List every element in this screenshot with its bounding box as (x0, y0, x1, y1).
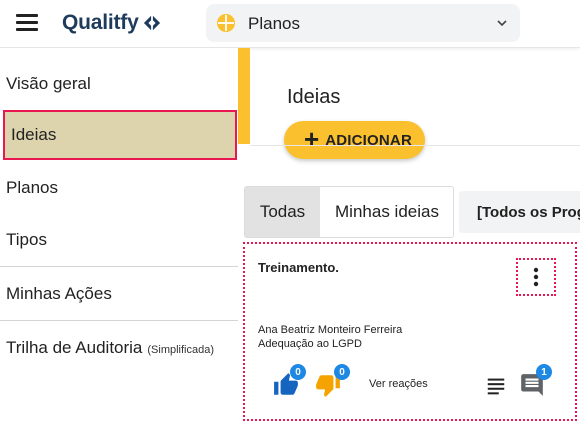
brand-logo[interactable]: Qualitfy (62, 10, 161, 36)
top-bar: Qualitfy Planos (0, 0, 580, 48)
add-button[interactable]: + ADICIONAR (284, 121, 425, 159)
header-divider (250, 145, 580, 146)
see-reactions-link[interactable]: Ver reações (369, 378, 428, 390)
sidebar-item-label: Tipos (6, 230, 47, 249)
page-title: Ideias (287, 86, 341, 108)
sidebar-item-label: Planos (6, 178, 58, 197)
sidebar-item-label: Visão geral (6, 74, 91, 93)
idea-author: Ana Beatriz Monteiro Ferreira (258, 324, 403, 336)
dislikes-count-badge: 0 (334, 364, 350, 380)
menu-icon[interactable] (16, 14, 38, 32)
sidebar-divider (0, 266, 238, 267)
program-filter[interactable]: [Todos os Programas] (459, 191, 580, 233)
idea-category: Adequação ao LGPD (258, 338, 362, 350)
sidebar-item-ideias[interactable]: Ideias (3, 110, 237, 160)
more-options-button[interactable] (516, 258, 556, 296)
idea-tabs: Todas Minhas ideias (244, 186, 454, 238)
planos-icon (217, 14, 235, 32)
tab-minhas-ideias[interactable]: Minhas ideias (320, 187, 454, 237)
brand-mark-icon (143, 14, 160, 32)
sidebar-divider (0, 320, 238, 321)
sidebar-item-label: Ideias (11, 125, 57, 144)
sidebar: Visão geral Ideias Planos Tipos Minhas A… (0, 48, 238, 424)
sidebar-item-label: Trilha de Auditoria (6, 338, 143, 357)
more-vert-icon (533, 267, 539, 287)
tab-todas[interactable]: Todas (245, 187, 320, 237)
accent-bar (238, 48, 250, 144)
sidebar-item-visao-geral[interactable]: Visão geral (0, 58, 238, 110)
module-selector-label: Planos (248, 14, 300, 33)
sidebar-item-minhas-acoes[interactable]: Minhas Ações (0, 268, 238, 320)
idea-title: Treinamento. (258, 260, 339, 275)
idea-card[interactable]: Treinamento. Ana Beatriz Monteiro Ferrei… (243, 242, 577, 421)
likes-count-badge: 0 (290, 364, 306, 380)
sidebar-item-planos[interactable]: Planos (0, 162, 238, 214)
details-icon[interactable] (485, 374, 507, 396)
sidebar-item-tipos[interactable]: Tipos (0, 214, 238, 266)
sidebar-item-sublabel: (Simplificada) (147, 343, 215, 356)
plus-icon: + (304, 123, 320, 154)
chevron-down-icon (497, 20, 507, 27)
brand-name: Qualitfy (62, 11, 139, 34)
sidebar-item-trilha-auditoria[interactable]: Trilha de Auditoria (Simplificada) (0, 322, 238, 374)
comments-count-badge: 1 (536, 364, 552, 380)
sidebar-item-label: Minhas Ações (6, 284, 112, 303)
module-selector[interactable]: Planos (206, 4, 520, 42)
